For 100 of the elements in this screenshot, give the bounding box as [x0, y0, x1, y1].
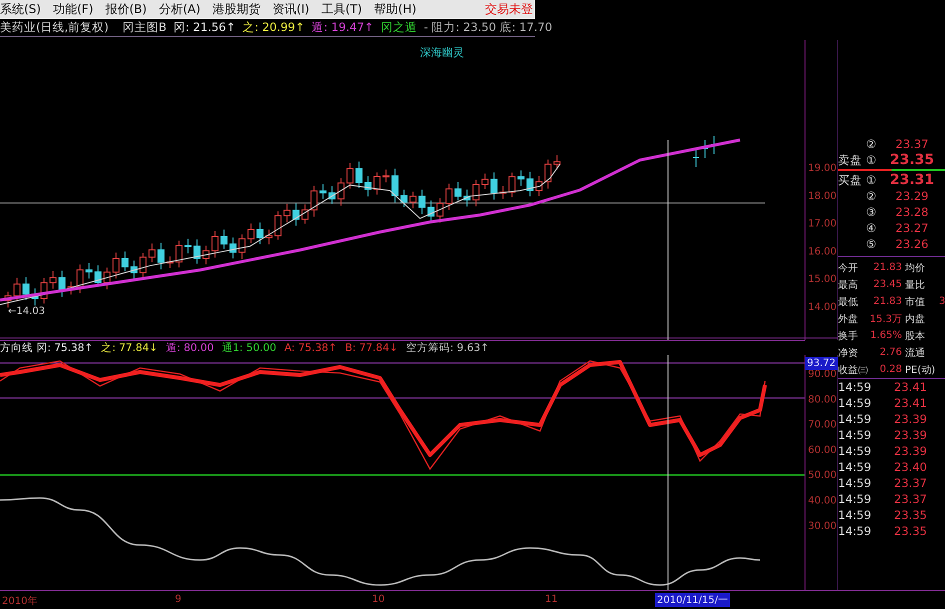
tick-time: 14:59 — [838, 492, 872, 506]
candlestick — [256, 222, 264, 245]
order-rank: ③ — [866, 205, 878, 219]
candlestick — [86, 262, 92, 279]
order-price: 23.35 — [888, 152, 936, 168]
candlestick — [212, 230, 218, 258]
candlestick — [436, 198, 444, 224]
candlestick — [711, 136, 717, 154]
date-label: 11 — [545, 594, 558, 605]
tick-price: 23.35 — [893, 508, 928, 522]
order-rank: ① — [866, 173, 878, 187]
menu-item[interactable]: 分析(A) — [152, 1, 206, 18]
tick-price: 23.37 — [893, 476, 928, 490]
stat-label: PE(动) — [905, 364, 936, 376]
tick-time: 14:59 — [838, 476, 872, 490]
candlestick — [166, 256, 174, 269]
stat-label: 今开 — [838, 262, 859, 274]
tick-price: 23.35 — [893, 524, 928, 538]
indicator-value: 冈之遁 — [380, 20, 417, 35]
candlestick — [374, 172, 380, 196]
tick-price: 23.39 — [893, 444, 928, 458]
stat-label: 净资 — [838, 346, 859, 360]
axis-label: 17.00 — [808, 218, 837, 230]
axis-label: 18.00 — [808, 190, 837, 202]
axis-label: 60.00 — [808, 444, 837, 456]
candlestick — [184, 238, 192, 254]
candlestick — [428, 200, 434, 221]
tick-price: 23.40 — [893, 460, 928, 474]
stat-value: 0.28 — [878, 364, 903, 375]
axis-label: 50.00 — [808, 470, 837, 482]
candlestick — [464, 189, 470, 208]
candlestick — [472, 179, 480, 207]
stat-value: 21.83 — [872, 262, 903, 273]
indicator-value: 遁: 80.00 — [166, 341, 214, 355]
candlestick — [284, 203, 290, 223]
formula-label: 深海幽灵 — [420, 46, 464, 59]
stat-label: 换手 — [838, 330, 859, 342]
candlestick — [76, 264, 84, 294]
candlestick — [22, 276, 30, 300]
indicator-value: 冈主图B — [122, 20, 167, 35]
candlestick — [302, 204, 308, 224]
candlestick — [410, 191, 416, 209]
indicator-value: 方向线 冈: 75.38↑ — [0, 341, 94, 355]
order-rank: ① — [866, 153, 878, 167]
menu-item[interactable]: 功能(F) — [46, 1, 100, 18]
stat-value: 1.65% — [869, 330, 903, 341]
axis-label: 14.00 — [808, 302, 837, 313]
candlestick — [702, 140, 708, 158]
date-label: 10 — [372, 594, 385, 605]
axis-label: 15.00 — [808, 274, 837, 286]
menu-item[interactable]: 报价(B) — [99, 1, 153, 18]
stat-value: 23.45 — [872, 279, 903, 290]
axis-label: 70.00 — [808, 420, 837, 431]
candlestick — [382, 169, 390, 183]
tick-time: 14:59 — [838, 444, 872, 458]
security-title: 美药业(日线,前复权) — [0, 20, 109, 35]
candlestick — [266, 229, 272, 245]
menu-item[interactable]: 工具(T) — [315, 1, 368, 18]
tick-price: 23.41 — [893, 380, 928, 394]
candlestick — [202, 245, 210, 265]
candlestick — [364, 176, 372, 197]
menu-item[interactable]: 港股期货 — [206, 1, 266, 18]
tick-time: 14:59 — [838, 412, 872, 426]
order-rank: ② — [866, 137, 878, 151]
order-side-label: 卖盘 — [838, 152, 863, 168]
axis-label: 16.00 — [808, 246, 837, 258]
candlestick — [500, 185, 506, 200]
axis-label: 90.00 — [808, 369, 837, 380]
candlestick — [346, 162, 354, 190]
candlestick — [292, 202, 300, 226]
candlestick — [68, 281, 74, 295]
tick-time: 14:59 — [838, 508, 872, 522]
stat-label: 量比 — [905, 278, 926, 292]
menu-item[interactable]: 系统(S) — [0, 1, 47, 18]
stat-label: 股本 — [905, 330, 926, 342]
candlestick — [554, 154, 560, 170]
candlestick — [176, 240, 182, 268]
indicator-value: 之: 77.84↓ — [101, 341, 158, 355]
menu-item[interactable]: 帮助(H) — [368, 1, 422, 18]
menu-item[interactable]: 资讯(I) — [266, 1, 316, 18]
axis-label: 40.00 — [808, 496, 837, 506]
candlestick — [544, 159, 552, 190]
candlestick — [356, 161, 362, 188]
candlestick — [508, 172, 516, 198]
indicator-value: - 阻力: 23.50 底: 17.70 — [424, 20, 552, 35]
cursor-date-label: 2010/11/15/一 — [655, 593, 730, 607]
stat-label: 收益㈢ — [838, 364, 869, 376]
order-price: 23.28 — [894, 205, 930, 219]
tick-time: 14:59 — [838, 460, 872, 474]
tick-price: 23.37 — [893, 492, 928, 506]
candlestick — [32, 288, 38, 306]
candlestick — [482, 173, 488, 190]
candlestick — [526, 171, 534, 197]
order-price: 23.29 — [894, 189, 930, 203]
stat-label: 内盘 — [905, 312, 926, 326]
stat-label: 市值 — [905, 296, 926, 308]
candlestick — [220, 229, 228, 250]
tick-time: 14:59 — [838, 524, 872, 538]
candlestick — [230, 237, 236, 259]
indicator-value: A: 75.38↑ — [284, 342, 338, 354]
